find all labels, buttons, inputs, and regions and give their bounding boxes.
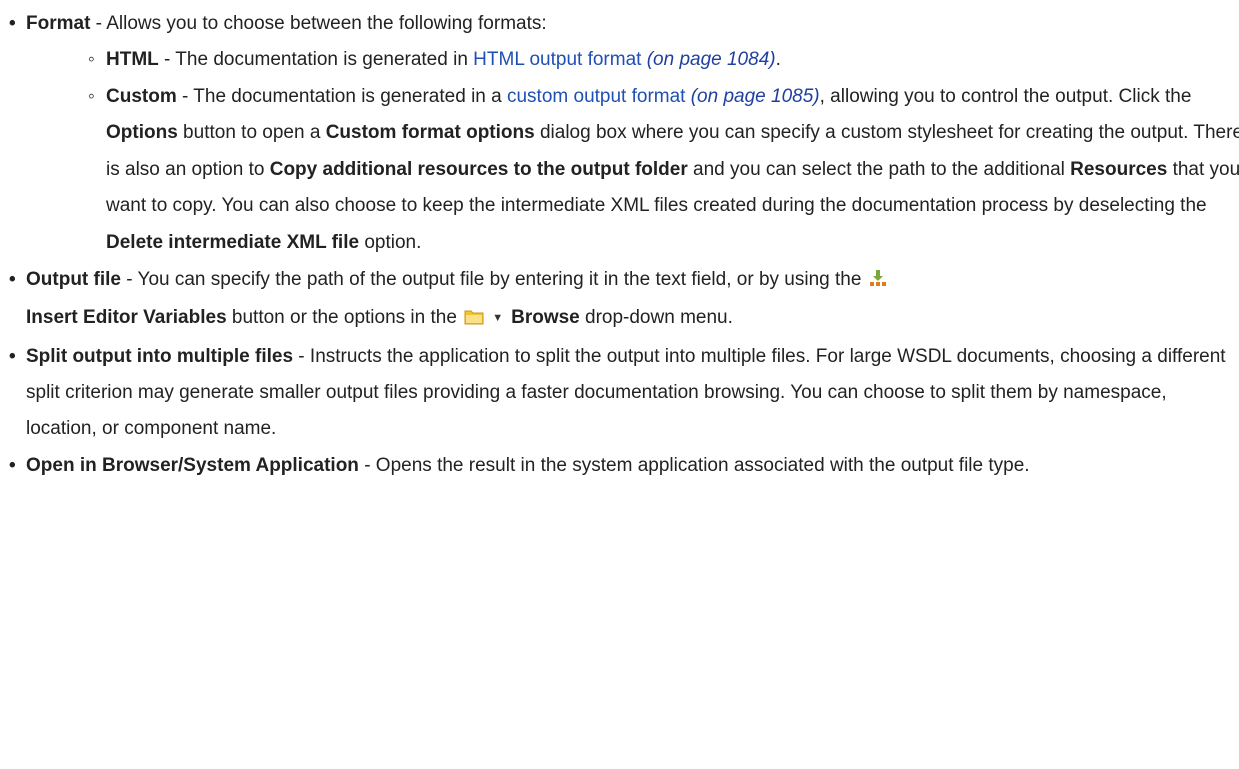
output-file-text-1: - You can specify the path of the output…: [120, 269, 867, 290]
documentation-content: Format - Allows you to choose between th…: [0, 0, 1239, 484]
html-term: HTML: [106, 49, 159, 70]
open-in-browser-term: Open in Browser/System Application: [26, 455, 359, 476]
insert-editor-variables-name: Insert Editor Variables: [26, 307, 227, 328]
list-item-open-in-browser: Open in Browser/System Application - Ope…: [0, 448, 1231, 484]
custom-text-3: button to open a: [177, 122, 326, 143]
format-term: Format: [26, 13, 91, 34]
output-file-term: Output file: [26, 269, 121, 290]
copy-resources-option-name: Copy additional resources to the output …: [269, 158, 688, 180]
output-file-text-3: drop-down menu.: [579, 307, 733, 328]
browse-name: Browse: [511, 307, 580, 328]
custom-text-1: - The documentation is generated in a: [176, 85, 507, 107]
custom-format-options-dialog-name: Custom format options: [325, 122, 535, 143]
html-output-format-link[interactable]: HTML output format: [473, 49, 641, 70]
list-item-split: Split output into multiple files - Instr…: [0, 339, 1231, 447]
folder-icon: [464, 302, 484, 338]
custom-term: Custom: [106, 85, 177, 107]
html-description: - The documentation is generated in: [158, 49, 474, 70]
insert-editor-variables-icon: [869, 264, 887, 300]
options-button-name: Options: [106, 122, 178, 143]
custom-text-2: , allowing you to control the output. Cl…: [819, 85, 1192, 107]
dropdown-arrow-icon: ▼: [492, 312, 504, 324]
list-item-output-file: Output file - You can specify the path o…: [0, 262, 1231, 338]
list-item-custom: Custom - The documentation is generated …: [88, 79, 1239, 262]
custom-text-5: and you can select the path to the addit…: [687, 158, 1071, 180]
list-item-format: Format - Allows you to choose between th…: [0, 6, 1239, 261]
html-end: .: [775, 49, 781, 70]
custom-output-format-link[interactable]: custom output format: [507, 86, 685, 107]
open-in-browser-description: - Opens the result in the system applica…: [358, 455, 1030, 476]
format-sublist: HTML - The documentation is generated in…: [88, 42, 1239, 261]
options-list: Format - Allows you to choose between th…: [0, 6, 1239, 484]
format-description: - Allows you to choose between the follo…: [90, 13, 547, 34]
html-page-reference[interactable]: (on page 1084): [647, 49, 776, 70]
custom-page-reference[interactable]: (on page 1085): [691, 86, 820, 107]
resources-name: Resources: [1070, 158, 1168, 180]
custom-text-7: option.: [359, 231, 422, 253]
list-item-html: HTML - The documentation is generated in…: [88, 42, 1239, 79]
split-term: Split output into multiple files: [26, 346, 294, 367]
delete-intermediate-option-name: Delete intermediate XML file: [106, 231, 360, 253]
output-file-text-2: button or the options in the: [226, 307, 463, 328]
